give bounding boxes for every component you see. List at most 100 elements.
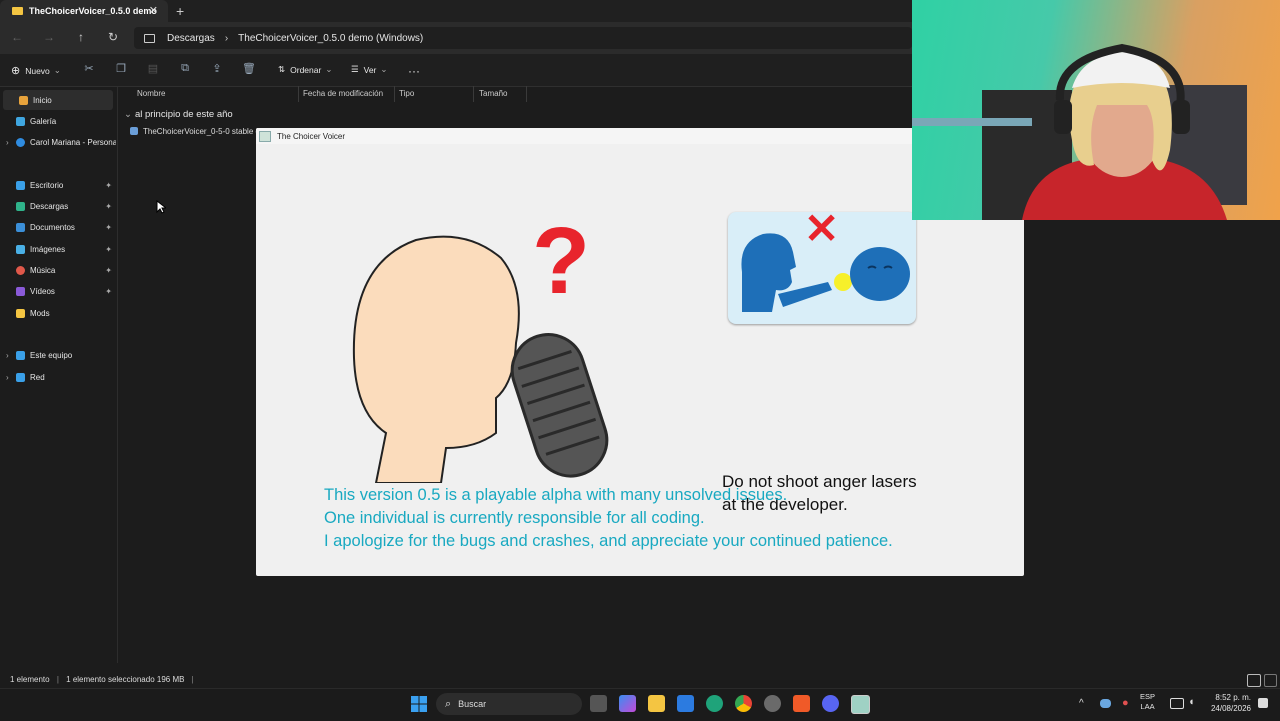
breadcrumb-folder[interactable]: TheChoicerVoicer_0.5.0 demo (Windows): [238, 33, 423, 44]
sidebar-item-label: Inicio: [33, 95, 52, 105]
search-placeholder: Buscar: [458, 699, 487, 709]
dialog-title-bar: The Choicer Voicer: [256, 128, 1024, 144]
column-header-name[interactable]: Nombre: [137, 89, 165, 101]
forward-button[interactable]: →: [42, 30, 56, 44]
back-button[interactable]: ←: [10, 30, 24, 44]
sidebar-item-label: Carol Mariana - Personal: [30, 137, 116, 147]
sidebar-item-videos[interactable]: Vídeos ✦: [0, 281, 116, 301]
group-header[interactable]: ⌄ al principio de este año: [124, 109, 233, 120]
view-icon: ☰: [351, 64, 359, 74]
command-bar: [0, 54, 912, 87]
refresh-button[interactable]: ↻: [106, 30, 120, 44]
file-name: TheChoicerVoicer_0-5-0 stable d: [143, 127, 260, 136]
brave-icon[interactable]: [793, 695, 810, 712]
network-icon: [16, 372, 25, 382]
sidebar-item-this-pc[interactable]: › Este equipo: [0, 345, 116, 365]
desktop-icon: [16, 180, 25, 190]
paste-icon[interactable]: ▤: [146, 62, 160, 76]
column-divider[interactable]: [298, 86, 299, 102]
webcam-overlay: [912, 0, 1280, 220]
more-options-button[interactable]: ···: [408, 64, 420, 78]
tiles-view-icon[interactable]: [1264, 674, 1277, 687]
column-header-date[interactable]: Fecha de modificación: [303, 89, 383, 101]
sidebar-item-network[interactable]: › Red: [0, 367, 116, 387]
sidebar-item-label: Mods: [30, 308, 50, 318]
breadcrumb-downloads[interactable]: Descargas: [167, 33, 215, 44]
question-mark: ?: [532, 218, 590, 314]
sidebar-item-pictures[interactable]: Imágenes ✦: [0, 239, 116, 259]
taskbar-clock[interactable]: 8:52 p. m. 24/08/2026: [1205, 692, 1251, 714]
documents-icon: [16, 222, 25, 232]
network-tray-icon[interactable]: [1170, 698, 1184, 709]
sidebar-item-music[interactable]: Música ✦: [0, 260, 116, 280]
onedrive-tray-icon[interactable]: [1100, 699, 1111, 708]
copy-icon[interactable]: ❐: [114, 62, 128, 76]
rename-icon[interactable]: ⧉: [178, 62, 192, 76]
music-icon: [16, 265, 25, 275]
column-header-size[interactable]: Tamaño: [479, 89, 507, 101]
microphone-icon[interactable]: ●: [1122, 697, 1129, 709]
item-count: 1 elemento: [10, 675, 50, 684]
gallery-icon: [16, 116, 25, 126]
sidebar-item-label: Documentos: [30, 222, 75, 232]
chrome-icon[interactable]: [735, 695, 752, 712]
home-icon: [19, 95, 28, 105]
game-app-icon[interactable]: [851, 695, 870, 714]
pin-icon: ✦: [105, 201, 112, 211]
chevron-down-icon: ⌄: [124, 109, 132, 120]
new-button[interactable]: ⊕ Nuevo ⌄: [11, 64, 61, 77]
cloud-icon: [16, 137, 25, 147]
sidebar-item-desktop[interactable]: Escritorio ✦: [0, 175, 116, 195]
computer-icon: [144, 33, 155, 43]
share-icon[interactable]: ⇪: [210, 62, 224, 76]
steam-icon[interactable]: [764, 695, 781, 712]
sidebar-item-onedrive[interactable]: › Carol Mariana - Personal: [0, 132, 116, 152]
view-button[interactable]: ☰ Ver ⌄: [351, 64, 388, 75]
explorer-tab[interactable]: TheChoicerVoicer_0.5.0 demo ✕: [0, 0, 168, 22]
delete-icon[interactable]: 🗑: [242, 62, 256, 76]
column-divider[interactable]: [473, 86, 474, 102]
details-view-icon[interactable]: [1247, 674, 1261, 687]
address-bar[interactable]: Descargas › TheChoicerVoicer_0.5.0 demo …: [134, 27, 912, 49]
edge-icon[interactable]: [706, 695, 723, 712]
lang-region: LAA: [1140, 702, 1155, 711]
sidebar-item-home[interactable]: Inicio: [3, 90, 113, 110]
streamer-photo: [912, 43, 1247, 220]
language-indicator[interactable]: ESP LAA: [1140, 692, 1155, 712]
chevron-right-icon[interactable]: ›: [6, 373, 16, 382]
column-divider[interactable]: [394, 86, 395, 102]
notice-line-2: One individual is currently responsible …: [324, 509, 705, 527]
file-explorer-icon[interactable]: [648, 695, 665, 712]
plus-icon: ⊕: [11, 65, 21, 77]
pin-icon: ✦: [105, 286, 112, 296]
new-tab-button[interactable]: +: [176, 3, 184, 19]
videos-icon: [16, 286, 25, 296]
column-header-type[interactable]: Tipo: [399, 89, 414, 101]
pin-icon: ✦: [105, 222, 112, 232]
clock-time: 8:52 p. m.: [1215, 693, 1251, 702]
sidebar-item-downloads[interactable]: Descargas ✦: [0, 196, 116, 216]
discord-icon[interactable]: [822, 695, 839, 712]
taskbar-search[interactable]: ⌕ Buscar: [436, 693, 582, 715]
sidebar-item-gallery[interactable]: Galería: [0, 111, 116, 131]
sidebar-item-label: Descargas: [30, 201, 69, 211]
sidebar-item-mods[interactable]: Mods: [0, 303, 116, 323]
sort-button[interactable]: ⇅ Ordenar ⌄: [278, 64, 332, 75]
tray-overflow-icon[interactable]: ^: [1079, 698, 1084, 709]
task-view-icon[interactable]: [590, 695, 607, 712]
selection-info: 1 elemento seleccionado 196 MB: [66, 675, 185, 684]
column-divider[interactable]: [526, 86, 527, 102]
volume-icon[interactable]: ◖: [1188, 696, 1195, 708]
sidebar-item-label: Escritorio: [30, 180, 64, 190]
copilot-icon[interactable]: [619, 695, 636, 712]
chevron-right-icon[interactable]: ›: [6, 351, 16, 360]
up-button[interactable]: ↑: [74, 30, 88, 44]
pin-icon: ✦: [105, 180, 112, 190]
chevron-right-icon[interactable]: ›: [6, 138, 16, 147]
cut-icon[interactable]: ✂: [82, 62, 96, 76]
notifications-icon[interactable]: [1258, 698, 1268, 708]
store-icon[interactable]: [677, 695, 694, 712]
sidebar-item-documents[interactable]: Documentos ✦: [0, 217, 116, 237]
close-tab-icon[interactable]: ✕: [149, 4, 158, 17]
windows-start-icon[interactable]: [411, 696, 427, 712]
